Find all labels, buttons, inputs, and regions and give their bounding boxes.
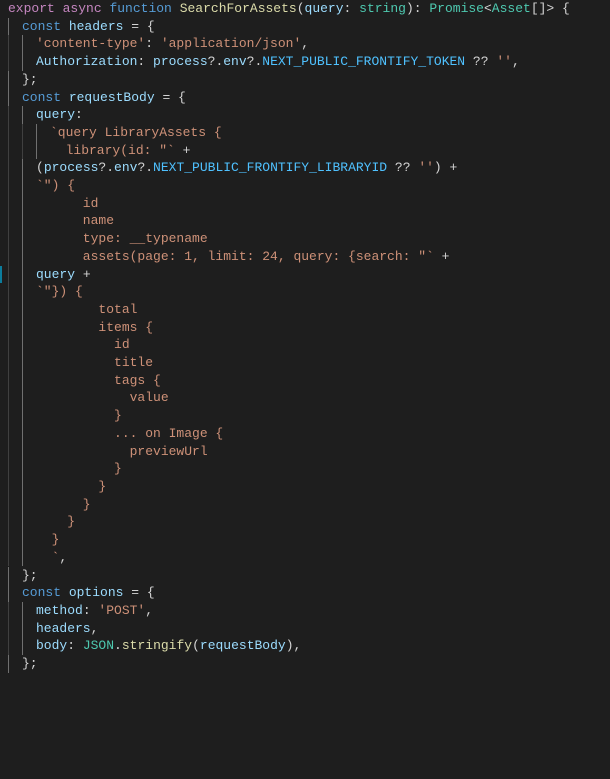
code-line: }; bbox=[8, 71, 610, 89]
code-line: const requestBody = { bbox=[8, 89, 610, 107]
code-line: (process?.env?.NEXT_PUBLIC_FRONTIFY_LIBR… bbox=[8, 159, 610, 177]
code-line: headers, bbox=[8, 620, 610, 638]
code-line: value bbox=[8, 389, 610, 407]
code-line: const options = { bbox=[8, 584, 610, 602]
code-line: } bbox=[8, 460, 610, 478]
code-line: title bbox=[8, 354, 610, 372]
code-lines: export async function SearchForAssets(qu… bbox=[8, 0, 610, 673]
code-line: } bbox=[8, 407, 610, 425]
gutter bbox=[0, 0, 6, 673]
code-line: }; bbox=[8, 567, 610, 585]
code-line: name bbox=[8, 212, 610, 230]
code-editor[interactable]: export async function SearchForAssets(qu… bbox=[0, 0, 610, 673]
code-line: query: bbox=[8, 106, 610, 124]
code-line: previewUrl bbox=[8, 443, 610, 461]
code-line: `"}) { bbox=[8, 283, 610, 301]
code-line: body: JSON.stringify(requestBody), bbox=[8, 637, 610, 655]
code-line: export async function SearchForAssets(qu… bbox=[8, 0, 610, 18]
code-line: const headers = { bbox=[8, 18, 610, 36]
code-line: tags { bbox=[8, 372, 610, 390]
code-line: } bbox=[8, 531, 610, 549]
code-line: id bbox=[8, 195, 610, 213]
code-line: `query LibraryAssets { bbox=[8, 124, 610, 142]
code-line: 'content-type': 'application/json', bbox=[8, 35, 610, 53]
code-line: } bbox=[8, 513, 610, 531]
code-line: `") { bbox=[8, 177, 610, 195]
code-line: library(id: "` + bbox=[8, 142, 610, 160]
code-line: } bbox=[8, 478, 610, 496]
code-line: method: 'POST', bbox=[8, 602, 610, 620]
code-line: } bbox=[8, 496, 610, 514]
code-line: ... on Image { bbox=[8, 425, 610, 443]
code-line: query + bbox=[8, 266, 610, 284]
code-line: items { bbox=[8, 319, 610, 337]
code-line: id bbox=[8, 336, 610, 354]
code-line: assets(page: 1, limit: 24, query: {searc… bbox=[8, 248, 610, 266]
code-line: type: __typename bbox=[8, 230, 610, 248]
code-line: Authorization: process?.env?.NEXT_PUBLIC… bbox=[8, 53, 610, 71]
code-line: }; bbox=[8, 655, 610, 673]
code-line: total bbox=[8, 301, 610, 319]
code-line: `, bbox=[8, 549, 610, 567]
